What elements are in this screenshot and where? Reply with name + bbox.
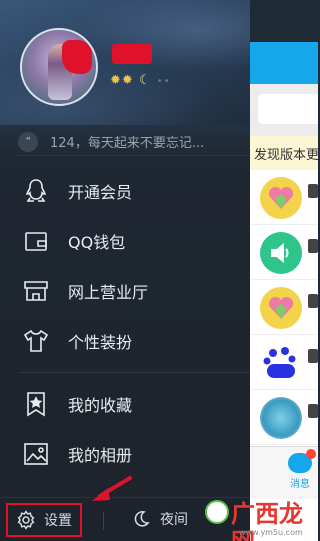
speaker-app-icon: [260, 232, 302, 274]
qq-main-window[interactable]: 发现版本更 消息: [250, 42, 318, 541]
menu-item-vip[interactable]: 开通会员: [0, 166, 250, 216]
menu-item-label: 我的相册: [68, 446, 133, 465]
conversation-row[interactable]: [250, 335, 318, 390]
wallet-icon: [22, 227, 50, 255]
night-mode-button[interactable]: 夜间: [132, 509, 188, 529]
photo-icon: [22, 440, 50, 468]
redaction-mark: [62, 40, 92, 74]
side-drawer: ✹✹ ☾ •• “ 124，每天起来不要忘记... 开通会员 QQ钱包 网上营业…: [0, 0, 250, 541]
annotation-arrow: [92, 476, 132, 501]
menu-item-album[interactable]: 我的相册: [0, 429, 250, 479]
moon-level-icon: ☾: [138, 73, 152, 88]
contact-avatar-photo: [260, 397, 302, 439]
menu-item-favorites[interactable]: 我的收藏: [0, 379, 250, 429]
signature-row[interactable]: “ 124，每天起来不要忘记...: [18, 128, 250, 156]
settings-label: 设置: [44, 513, 72, 529]
heart-app-icon: [260, 287, 302, 329]
star-level-dots: ••: [156, 76, 171, 87]
drawer-menu: 开通会员 QQ钱包 网上营业厅 个性装扮 我的收藏 我的相册: [0, 166, 250, 479]
tshirt-icon: [22, 327, 50, 355]
level-badges[interactable]: ✹✹ ☾ ••: [110, 73, 171, 88]
quote-icon: “: [18, 131, 38, 152]
main-tab-bar: 消息: [250, 446, 318, 499]
conversation-title-clip: [308, 349, 318, 363]
watermark-logo-icon: [205, 500, 229, 524]
storefront-icon: [22, 277, 50, 305]
night-mode-label: 夜间: [160, 512, 188, 528]
conversation-row[interactable]: [250, 390, 318, 445]
search-area: [250, 84, 318, 136]
menu-item-label: QQ钱包: [68, 233, 126, 252]
conversation-row[interactable]: [250, 280, 318, 335]
update-notice[interactable]: 发现版本更: [250, 136, 318, 170]
signature-text: 124，每天起来不要忘记...: [50, 136, 205, 151]
settings-button[interactable]: 设置: [6, 503, 82, 537]
heart-app-icon: [260, 177, 302, 219]
menu-item-wallet[interactable]: QQ钱包: [0, 216, 250, 266]
bottom-divider: [103, 512, 104, 530]
menu-item-label: 个性装扮: [68, 333, 133, 352]
search-input[interactable]: [258, 94, 318, 124]
baidu-paw-icon: [260, 342, 302, 384]
conversation-title-clip: [308, 239, 318, 253]
tab-messages[interactable]: 消息: [282, 449, 318, 490]
main-header: [250, 42, 318, 84]
sun-level-icon: ✹✹: [110, 73, 134, 88]
site-watermark: 广西龙网 www.ym5u.com: [205, 500, 318, 541]
bookmark-star-icon: [22, 390, 50, 418]
watermark-url: www.ym5u.com: [239, 528, 303, 537]
update-notice-text: 发现版本更: [254, 147, 318, 163]
conversation-title-clip: [308, 294, 318, 308]
menu-item-label: 我的收藏: [68, 396, 133, 415]
conversation-title-clip: [308, 184, 318, 198]
penguin-icon: [22, 177, 50, 205]
menu-item-label: 网上营业厅: [68, 283, 149, 302]
moon-icon: [132, 510, 150, 528]
conversation-title-clip: [308, 404, 318, 418]
gear-icon: [16, 510, 36, 530]
conversation-row[interactable]: [250, 225, 318, 280]
menu-divider: [18, 372, 250, 373]
menu-item-label: 开通会员: [68, 183, 133, 202]
conversation-row[interactable]: [250, 170, 318, 225]
chat-bubble-icon: [288, 449, 316, 473]
menu-item-personalize[interactable]: 个性装扮: [0, 316, 250, 366]
menu-item-online-hall[interactable]: 网上营业厅: [0, 266, 250, 316]
unread-badge: [306, 449, 316, 459]
tab-messages-label: 消息: [290, 479, 310, 490]
nickname-redaction[interactable]: [112, 44, 152, 64]
avatar[interactable]: [20, 28, 98, 106]
